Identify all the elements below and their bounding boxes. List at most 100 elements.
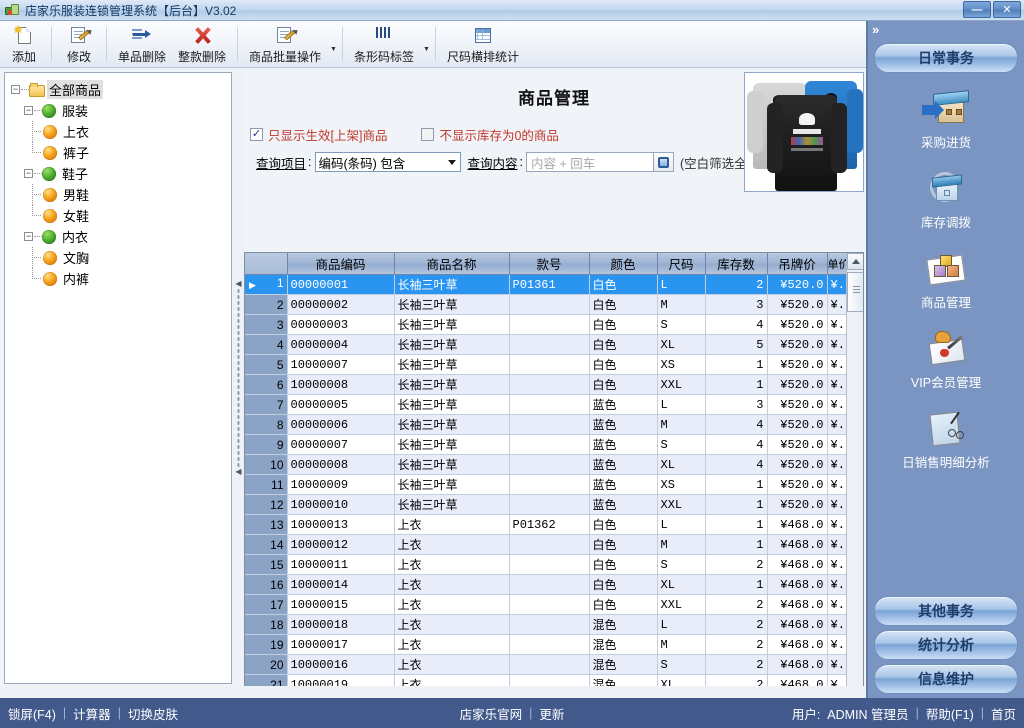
home-link[interactable]: 首页 [991, 704, 1016, 723]
tree-node-womens-shoes[interactable]: 女鞋 [11, 205, 227, 226]
table-row[interactable]: 800000006长袖三叶草 蓝色M4¥520.0¥... [245, 414, 847, 435]
tree-node-clothing[interactable]: − 服装 [11, 100, 227, 121]
cell-stock: 3 [705, 294, 768, 315]
tree-expander-icon[interactable]: − [24, 106, 33, 115]
toolbar-button-add[interactable]: ✷ 添加 [2, 22, 46, 67]
table-row[interactable]: 610000008长袖三叶草 白色XXL1¥520.0¥... [245, 374, 847, 395]
toolbar-button-size-grid[interactable]: 尺码横排统计 [441, 22, 525, 67]
column-header-size[interactable]: 尺码 [657, 253, 706, 275]
checkbox-only-active-label[interactable]: 只显示生效[上架]商品 [268, 125, 387, 144]
cell-name: 长袖三叶草 [394, 414, 510, 435]
table-row[interactable]: 2010000016上衣 混色S2¥468.0¥... [245, 654, 847, 675]
cell-stock: 1 [705, 534, 768, 555]
tree-node-underwear[interactable]: − 内衣 [11, 226, 227, 247]
table-row[interactable]: 510000007长袖三叶草 白色XS1¥520.0¥... [245, 354, 847, 375]
column-header-tag-price[interactable]: 吊牌价 [767, 253, 828, 275]
table-row[interactable]: 1810000018上衣 混色L2¥468.0¥... [245, 614, 847, 635]
column-header-stock[interactable]: 库存数 [705, 253, 768, 275]
sidebar-group-daily[interactable]: 日常事务 [874, 43, 1018, 73]
cell-tag-price: ¥520.0 [767, 274, 828, 295]
update-link[interactable]: 更新 [539, 704, 564, 723]
sidebar-item-purchase[interactable]: 采购进货 [868, 85, 1024, 151]
table-row[interactable]: 900000007长袖三叶草 蓝色S4¥520.0¥... [245, 434, 847, 455]
chevron-down-icon[interactable]: ▼ [423, 46, 430, 53]
checkbox-only-active[interactable]: ✓ [250, 127, 263, 141]
table-row[interactable]: 1110000009长袖三叶草 蓝色XS1¥520.0¥... [245, 474, 847, 495]
column-header-index[interactable] [245, 253, 288, 275]
table-row[interactable]: 1710000015上衣 白色XXL2¥468.0¥... [245, 594, 847, 615]
vip-member-icon [922, 325, 970, 369]
sidebar-item-vip[interactable]: VIP会员管理 [868, 325, 1024, 391]
cell-code: 00000003 [287, 314, 395, 335]
sidebar-group-statistics[interactable]: 统计分析 [874, 630, 1018, 660]
product-image-preview[interactable] [744, 72, 864, 192]
tree-node-label: 鞋子 [62, 167, 89, 182]
splitter-collapse-down-icon[interactable]: ◀ [235, 468, 241, 476]
toolbar-button-delete-single[interactable]: 单品删除 [112, 22, 172, 67]
cell-code: 10000012 [287, 534, 395, 555]
table-row[interactable]: ▶100000001长袖三叶草P01361白色L2¥520.0¥... [245, 274, 847, 295]
tree-connector [34, 110, 42, 111]
toolbar-button-batch-edit[interactable]: 商品批量操作 [243, 22, 327, 67]
minimize-button[interactable]: — [963, 1, 991, 18]
column-header-unit-price[interactable]: 单价 [827, 253, 847, 275]
table-row[interactable]: 1310000013上衣P01362白色L1¥468.0¥... [245, 514, 847, 535]
query-search-button[interactable] [654, 152, 674, 172]
table-vertical-scrollbar[interactable] [846, 253, 863, 728]
tree-node-briefs[interactable]: 内裤 [11, 268, 227, 289]
checkbox-hide-zero[interactable] [421, 127, 435, 141]
cell-style [509, 314, 590, 335]
tree-node-all-products[interactable]: − 全部商品 [11, 79, 227, 100]
cell-index: 10 [245, 454, 288, 475]
switch-skin-link[interactable]: 切换皮肤 [128, 704, 178, 723]
calculator-link[interactable]: 计算器 [73, 704, 111, 723]
sidebar-item-transfer[interactable]: 库存调拨 [868, 165, 1024, 231]
sidebar-item-product-mgmt[interactable]: 商品管理 [868, 245, 1024, 311]
cell-size: L [657, 394, 706, 415]
toolbar-button-edit[interactable]: 修改 [57, 22, 101, 67]
scrollbar-thumb[interactable] [847, 272, 863, 312]
table-row[interactable]: 1510000011上衣 白色S2¥468.0¥... [245, 554, 847, 575]
tree-node-mens-shoes[interactable]: 男鞋 [11, 184, 227, 205]
panel-splitter[interactable]: ◀ ◀ [233, 72, 244, 684]
column-header-code[interactable]: 商品编码 [287, 253, 395, 275]
sidebar-group-other[interactable]: 其他事务 [874, 596, 1018, 626]
splitter-collapse-up-icon[interactable]: ◀ [235, 280, 241, 288]
tree-expander-icon[interactable]: − [11, 85, 20, 94]
sidebar-group-maintenance[interactable]: 信息维护 [874, 664, 1018, 694]
column-header-style[interactable]: 款号 [509, 253, 590, 275]
table-row[interactable]: 1210000010长袖三叶草 蓝色XXL1¥520.0¥... [245, 494, 847, 515]
help-link[interactable]: 帮助(F1) [926, 704, 974, 723]
table-row[interactable]: 700000005长袖三叶草 蓝色L3¥520.0¥... [245, 394, 847, 415]
table-row[interactable]: 300000003长袖三叶草 白色S4¥520.0¥... [245, 314, 847, 335]
table-row[interactable]: 1610000014上衣 白色XL1¥468.0¥... [245, 574, 847, 595]
toolbar-button-barcode[interactable]: 条形码标签 [348, 22, 420, 67]
table-row[interactable]: 1910000017上衣 混色M2¥468.0¥... [245, 634, 847, 655]
official-site-link[interactable]: 店家乐官网 [460, 704, 523, 723]
scroll-up-button[interactable] [847, 253, 863, 270]
cell-name: 长袖三叶草 [394, 354, 510, 375]
column-header-color[interactable]: 颜色 [589, 253, 658, 275]
chevron-down-icon[interactable]: ▼ [330, 46, 337, 53]
tree-node-shoes[interactable]: − 鞋子 [11, 163, 227, 184]
toolbar-button-delete-all[interactable]: 整款删除 [172, 22, 232, 67]
sidebar-item-sales-analysis[interactable]: 日销售明细分析 [868, 405, 1024, 471]
table-row[interactable]: 200000002长袖三叶草 白色M3¥520.0¥... [245, 294, 847, 315]
table-row[interactable]: 1000000008长袖三叶草 蓝色XL4¥520.0¥... [245, 454, 847, 475]
close-button[interactable]: ✕ [993, 1, 1021, 18]
checkbox-hide-zero-label[interactable]: 不显示库存为0的商品 [439, 125, 558, 144]
table-row[interactable]: 400000004长袖三叶草 白色XL5¥520.0¥... [245, 334, 847, 355]
query-item-select[interactable]: 编码(条码) 包含 [314, 152, 461, 172]
tree-node-bra[interactable]: 文胸 [11, 247, 227, 268]
table-row[interactable]: 1410000012上衣 白色M1¥468.0¥... [245, 534, 847, 555]
tree-expander-icon[interactable]: − [24, 169, 33, 178]
tree-node-tops[interactable]: 上衣 [11, 121, 227, 142]
tree-expander-icon[interactable]: − [24, 232, 33, 241]
lock-screen-link[interactable]: 锁屏(F4) [8, 704, 56, 723]
cell-style [509, 334, 590, 355]
sidebar-expand-icon[interactable]: » [868, 21, 1024, 37]
orange-ball-icon [43, 124, 57, 139]
column-header-name[interactable]: 商品名称 [394, 253, 510, 275]
tree-node-pants[interactable]: 裤子 [11, 142, 227, 163]
query-content-input[interactable]: 内容 + 回车 [526, 152, 654, 172]
